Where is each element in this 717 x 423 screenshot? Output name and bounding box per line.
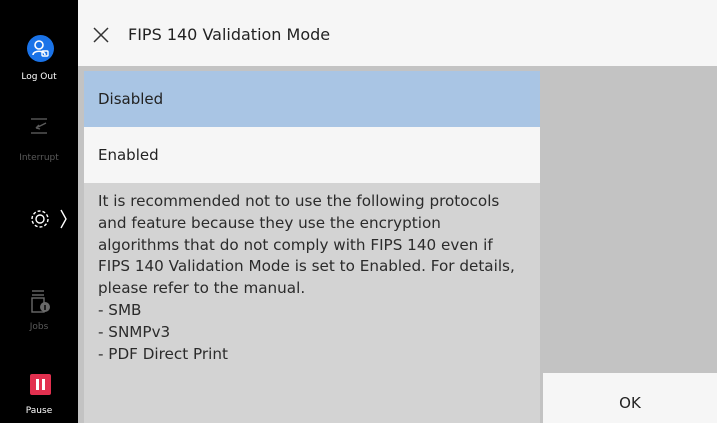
logout-label: Log Out [21, 72, 57, 82]
sidebar: Log Out Interrupt Jobs Pause [0, 0, 78, 423]
message-line: and feature because they use the encrypt… [98, 213, 441, 232]
message-line: please refer to the manual. [98, 279, 306, 298]
close-icon[interactable] [92, 26, 110, 44]
title-bar: FIPS 140 Validation Mode [78, 0, 717, 66]
settings-button[interactable] [0, 206, 78, 236]
main-panel: FIPS 140 Validation Mode Disabled Enable… [78, 0, 717, 423]
ok-button[interactable]: OK [543, 373, 717, 423]
logout-button[interactable] [27, 35, 54, 62]
option-disabled[interactable]: Disabled [84, 71, 540, 127]
jobs-button[interactable] [0, 288, 78, 320]
option-enabled-label: Enabled [98, 146, 159, 164]
interrupt-button[interactable] [0, 116, 78, 140]
option-disabled-label: Disabled [98, 90, 164, 108]
page-title: FIPS 140 Validation Mode [128, 25, 331, 44]
user-logout-icon [32, 40, 49, 57]
message-line: It is recommended not to use the followi… [98, 192, 500, 210]
gear-chevron-icon [31, 209, 67, 229]
jobs-label: Jobs [29, 322, 49, 332]
interrupt-label: Interrupt [19, 153, 59, 163]
message-line: - SNMPv3 [98, 322, 171, 341]
pause-button[interactable] [30, 374, 51, 395]
message-line: FIPS 140 Validation Mode is set to Enabl… [98, 257, 515, 276]
warning-message: It is recommended not to use the followi… [98, 191, 528, 365]
interrupt-icon [31, 118, 47, 134]
jobs-info-icon [31, 290, 50, 313]
message-line: - SMB [98, 300, 142, 319]
option-enabled[interactable]: Enabled [84, 127, 540, 183]
message-line: algorithms that do not comply with FIPS … [98, 235, 493, 254]
ok-label: OK [619, 394, 641, 412]
message-line: - PDF Direct Print [98, 344, 228, 363]
pause-label: Pause [25, 406, 53, 416]
printer-panel: Log Out Interrupt Jobs Pause FIPS 140 Va… [0, 0, 717, 423]
